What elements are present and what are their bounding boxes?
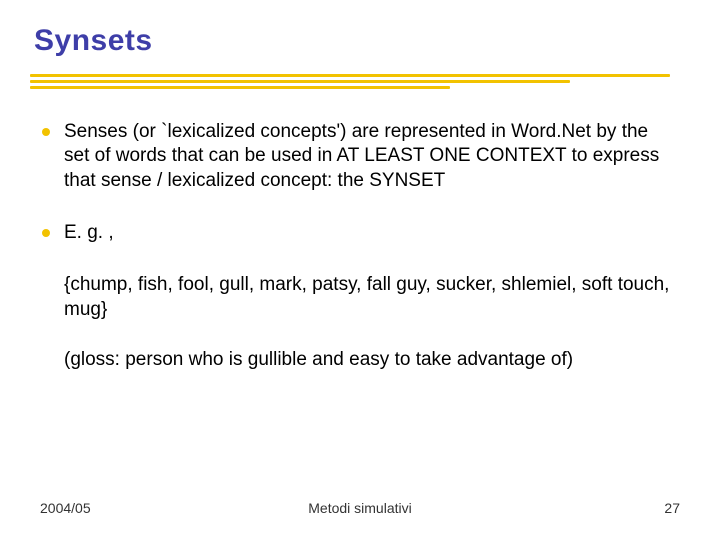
bullet-text: Senses (or `lexicalized concepts') are r… <box>64 121 659 191</box>
underline-bar <box>30 80 570 83</box>
slide: Synsets Senses (or `lexicalized concepts… <box>0 0 720 540</box>
bullet-text: E. g. , <box>64 222 114 243</box>
title-underline <box>30 74 670 92</box>
slide-title: Synsets <box>34 24 153 58</box>
footer-title: Metodi simulativi <box>0 500 720 516</box>
underline-bar <box>30 86 450 89</box>
bullet-icon <box>42 229 50 237</box>
bullet-item: Senses (or `lexicalized concepts') are r… <box>64 120 670 193</box>
paragraph: (gloss: person who is gullible and easy … <box>64 348 670 372</box>
bullet-icon <box>42 128 50 136</box>
content-area: Senses (or `lexicalized concepts') are r… <box>64 120 670 398</box>
paragraph: {chump, fish, fool, gull, mark, patsy, f… <box>64 273 670 322</box>
page-number: 27 <box>664 500 680 516</box>
bullet-item: E. g. , <box>64 221 670 245</box>
underline-bar <box>30 74 670 77</box>
